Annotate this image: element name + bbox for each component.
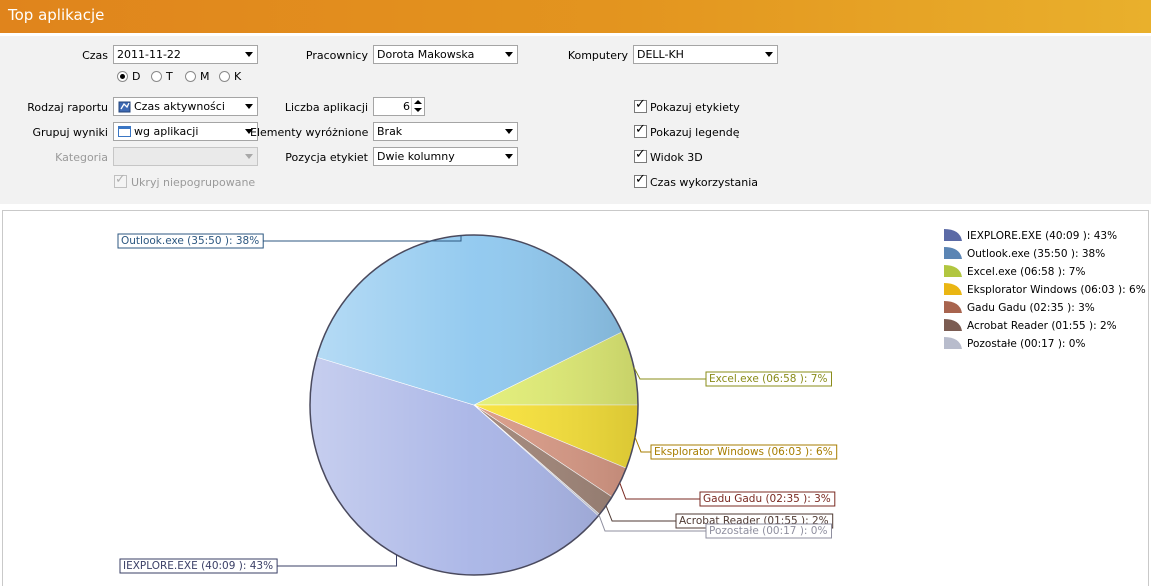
pozycja-etykiet-combo[interactable]: Dwie kolumny: [373, 147, 518, 166]
report-icon: [118, 101, 131, 113]
czas-label: Czas: [82, 49, 108, 62]
period-radio-k[interactable]: [219, 71, 230, 82]
legend-swatch: [944, 229, 962, 241]
ukryj-label: Ukryj niepogrupowane: [131, 176, 256, 189]
filter-panel: Czas 2011-11-22 D T M K Pracownicy Dorot…: [0, 36, 1151, 204]
kategoria-combo[interactable]: [113, 147, 258, 166]
czas-value: 2011-11-22: [117, 48, 181, 61]
chevron-down-icon: [245, 154, 253, 159]
legend-item-iexplore-exe: IEXPLORE.EXE (40:09 ): 43%: [967, 230, 1117, 242]
liczba-aplikacji-spinner[interactable]: 6: [373, 97, 425, 116]
pracownicy-value: Dorota Makowska: [377, 48, 475, 61]
spin-down-icon[interactable]: [414, 108, 422, 112]
slice-label-pozosta-e: Pozostałe (00:17 ): 0%: [709, 525, 827, 537]
liczba-aplikacji-label: Liczba aplikacji: [284, 101, 368, 114]
pozycja-etykiet-label: Pozycja etykiet: [285, 151, 368, 164]
spinner-buttons[interactable]: [411, 98, 424, 115]
slice-label-excel-exe: Excel.exe (06:58 ): 7%: [709, 373, 827, 385]
czas-wykorzystania-checkbox[interactable]: ✓: [634, 172, 647, 188]
legend-swatch: [944, 265, 962, 277]
spin-up-icon[interactable]: [414, 100, 422, 104]
czas-wykorzystania-label: Czas wykorzystania: [650, 176, 758, 189]
legend-item-excel-exe: Excel.exe (06:58 ): 7%: [967, 266, 1085, 278]
period-label-m: M: [200, 70, 210, 83]
grupuj-wyniki-combo[interactable]: wg aplikacji: [113, 122, 258, 141]
period-label-d: D: [132, 70, 141, 83]
elementy-wyroznione-combo[interactable]: Brak: [373, 122, 518, 141]
komputery-label: Komputery: [567, 49, 628, 62]
pracownicy-label: Pracownicy: [305, 49, 368, 62]
legend-item-gadu-gadu: Gadu Gadu (02:35 ): 3%: [967, 302, 1095, 314]
slice-label-outlook-exe: Outlook.exe (35:50 ): 38%: [121, 235, 259, 247]
pozycja-etykiet-value: Dwie kolumny: [377, 150, 455, 163]
slice-label-connector: [619, 482, 700, 500]
chevron-down-icon: [245, 104, 253, 109]
pokazuj-legende-checkbox[interactable]: ✓: [634, 122, 647, 138]
legend-item-eksplorator-windows: Eksplorator Windows (06:03 ): 6%: [967, 284, 1146, 296]
checkmark-icon: ✓: [635, 97, 646, 112]
chevron-down-icon: [505, 154, 513, 159]
checkmark-icon: ✓: [115, 172, 126, 187]
legend-swatch: [944, 337, 962, 349]
slice-label-connector: [605, 505, 676, 522]
chevron-down-icon: [505, 52, 513, 57]
period-label-t: T: [166, 70, 173, 83]
period-label-k: K: [234, 70, 242, 83]
pie-outline: [309, 234, 639, 576]
rodzaj-raportu-label: Rodzaj raportu: [27, 101, 108, 114]
elementy-wyroznione-value: Brak: [377, 125, 403, 138]
komputery-combo[interactable]: DELL-KH: [633, 45, 778, 64]
widok-3d-checkbox[interactable]: ✓: [634, 147, 647, 163]
slice-label-connector: [633, 367, 706, 380]
grupuj-wyniki-value: wg aplikacji: [134, 125, 199, 138]
legend-swatch: [944, 247, 962, 259]
legend-item-acrobat-reader: Acrobat Reader (01:55 ): 2%: [967, 320, 1117, 332]
checkmark-icon: ✓: [635, 147, 646, 162]
chevron-down-icon: [505, 129, 513, 134]
elementy-wyroznione-label: Elementy wyróżnione: [250, 126, 369, 139]
window-icon: [118, 126, 131, 137]
legend-item-outlook-exe: Outlook.exe (35:50 ): 38%: [967, 248, 1105, 260]
pokazuj-etykiety-label: Pokazuj etykiety: [650, 101, 740, 114]
period-radio-d[interactable]: [117, 71, 128, 82]
chevron-down-icon: [765, 52, 773, 57]
grupuj-wyniki-label: Grupuj wyniki: [32, 126, 109, 139]
checkmark-icon: ✓: [635, 172, 646, 187]
legend-swatch: [944, 283, 962, 295]
pokazuj-legende-label: Pokazuj legendę: [650, 126, 740, 139]
slice-label-iexplore-exe: IEXPLORE.EXE (40:09 ): 43%: [123, 560, 273, 572]
period-radio-t[interactable]: [151, 71, 162, 82]
widok-3d-label: Widok 3D: [650, 151, 703, 164]
page-title: Top aplikacje: [8, 6, 105, 24]
rodzaj-raportu-combo[interactable]: Czas aktywności: [113, 97, 258, 116]
checkmark-icon: ✓: [635, 122, 646, 137]
chevron-down-icon: [245, 52, 253, 57]
ukryj-checkbox[interactable]: ✓: [114, 172, 127, 188]
rodzaj-raportu-value: Czas aktywności: [134, 100, 225, 113]
liczba-aplikacji-value: 6: [403, 100, 410, 113]
czas-combo[interactable]: 2011-11-22: [113, 45, 258, 64]
period-radio-m[interactable]: [185, 71, 196, 82]
pie-chart: IEXPLORE.EXE (40:09 ): 43% Outlook.exe (3…: [117, 229, 1146, 576]
legend-swatch: [944, 319, 962, 331]
pracownicy-combo[interactable]: Dorota Makowska: [373, 45, 518, 64]
pokazuj-etykiety-checkbox[interactable]: ✓: [634, 97, 647, 113]
komputery-value: DELL-KH: [637, 48, 684, 61]
slice-label-gadu-gadu: Gadu Gadu (02:35 ): 3%: [703, 493, 831, 505]
slice-label-connector: [634, 437, 651, 453]
pie-chart-panel: IEXPLORE.EXE (40:09 ): 43% Outlook.exe (3…: [2, 210, 1149, 586]
legend-item-pozosta-e: Pozostałe (00:17 ): 0%: [967, 338, 1085, 350]
legend-swatch: [944, 301, 962, 313]
title-bar: Top aplikacje: [0, 0, 1151, 33]
slice-label-connector: [277, 554, 397, 567]
kategoria-label: Kategoria: [55, 151, 108, 164]
slice-label-eksplorator-windows: Eksplorator Windows (06:03 ): 6%: [654, 446, 833, 458]
